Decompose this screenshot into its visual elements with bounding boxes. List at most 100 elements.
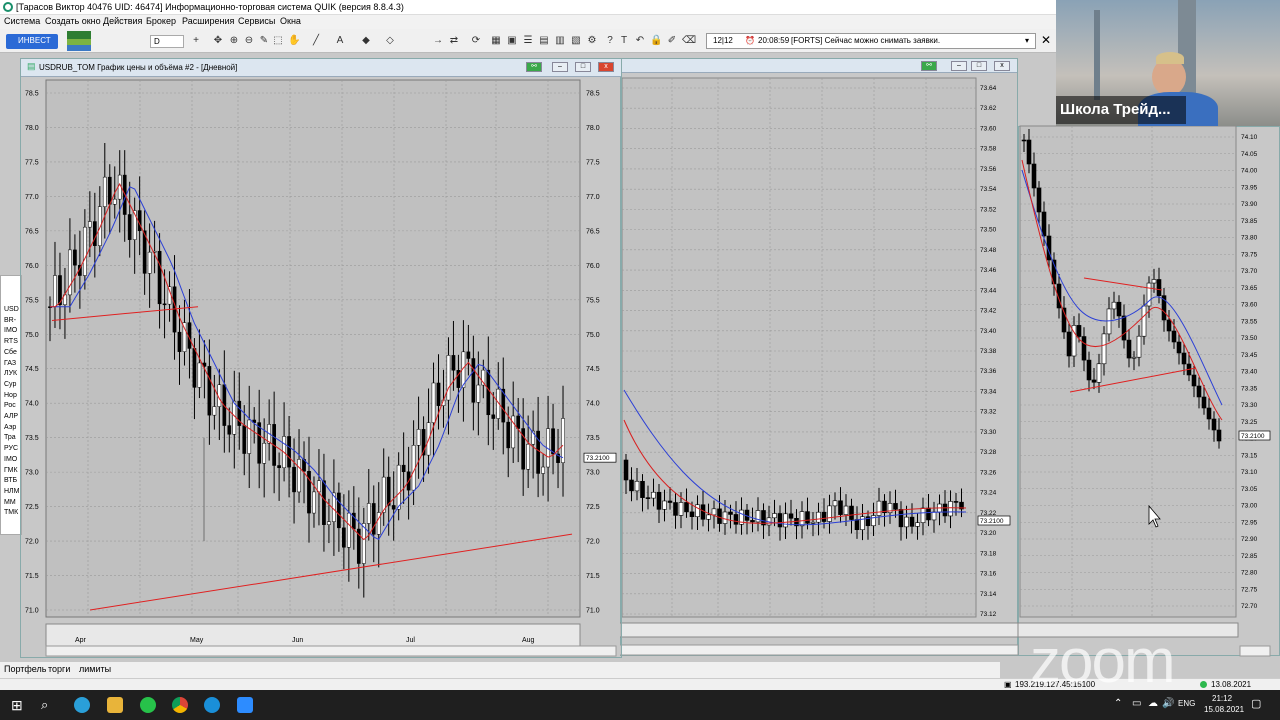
candle-body (689, 511, 695, 518)
candle-body (1041, 211, 1047, 237)
candle-body (1191, 374, 1197, 387)
y-tick-label: 73.75 (1241, 251, 1258, 258)
maximize-button[interactable]: □ (575, 62, 591, 72)
candle-body (1066, 331, 1072, 357)
skyscraper-image (1094, 10, 1100, 100)
chevron-up-icon[interactable]: ⌃ (1114, 698, 1122, 709)
candle-body (1176, 341, 1182, 354)
y-tick-label: 73.34 (980, 388, 997, 395)
y-tick-label: 73.44 (980, 287, 997, 294)
y-tick-label: 73.54 (980, 186, 997, 193)
zoom-watermark: zoom (1030, 627, 1176, 696)
candle-body (1216, 429, 1222, 442)
candle-body (876, 500, 882, 516)
last-price-label: 73.2100 (980, 518, 1004, 525)
notification-icon[interactable]: ▢ (1251, 697, 1261, 710)
chrome-icon[interactable] (172, 697, 188, 713)
y-tick-label: 73.70 (1241, 268, 1258, 275)
tab-limits[interactable]: лимиты (79, 664, 111, 674)
candle-body (838, 500, 843, 515)
search-icon[interactable]: ⌕ (41, 697, 57, 713)
clock-date[interactable]: 15.08.2021 (1204, 705, 1244, 714)
candle-body (750, 520, 755, 523)
candle-body (1206, 407, 1212, 420)
candle-body (849, 505, 854, 520)
y-tick-label: 72.75 (1241, 586, 1258, 593)
x-axis-band (619, 622, 1019, 638)
candle-body (843, 505, 849, 515)
last-price-label: 73.2100 (1241, 433, 1265, 440)
y-tick-label: 72.85 (1241, 553, 1258, 560)
language-indicator[interactable]: ENG (1178, 699, 1195, 708)
y-tick-label: 73.16 (980, 571, 997, 578)
online-status-icon (1200, 681, 1207, 688)
close-button[interactable]: x (598, 62, 614, 72)
candle-body (629, 479, 634, 492)
candle-body (948, 501, 953, 517)
y-tick-label: 73.58 (980, 146, 997, 153)
candle-body (1131, 356, 1137, 359)
y-tick-label: 73.48 (980, 247, 997, 254)
quik-taskbar-icon[interactable] (204, 697, 220, 713)
y-tick-label: 73.60 (1241, 302, 1258, 309)
candle-body (926, 507, 931, 521)
candle-body (1171, 330, 1177, 343)
y-tick-label: 72.95 (1241, 519, 1258, 526)
y-tick-label: 73.85 (1241, 218, 1258, 225)
horizontal-scrollbar (619, 644, 1019, 656)
y-tick-label: 73.55 (1241, 318, 1258, 325)
y-tick-label: 73.15 (1241, 452, 1258, 459)
candle-body (788, 513, 794, 519)
tab-portfolio[interactable]: Портфель (4, 664, 46, 674)
y-tick-label: 74.10 (1241, 134, 1258, 141)
daily-chart-window[interactable]: ▤ USDRUB_TOM График цены и объёма #2 - [… (20, 58, 622, 658)
tab-trades[interactable]: торги (48, 664, 70, 674)
candle-body (1031, 163, 1037, 189)
webcam-video: Школа Трейд... (1056, 0, 1280, 126)
candle-body (662, 500, 667, 510)
candle-body (942, 503, 948, 517)
minimize-button[interactable]: – (552, 62, 568, 72)
windows-start-icon[interactable]: ⊞ (11, 697, 27, 713)
volume-icon[interactable]: 🔊 (1162, 698, 1174, 709)
y-tick-label: 73.25 (1241, 419, 1258, 426)
y-tick-label: 73.80 (1241, 235, 1258, 242)
candle-body (832, 500, 838, 507)
onedrive-icon[interactable]: ☁ (1148, 698, 1158, 709)
candle-body (783, 513, 788, 528)
candle-body (656, 491, 662, 510)
y-tick-label: 73.40 (1241, 369, 1258, 376)
y-tick-label: 73.32 (980, 409, 997, 416)
network-icon[interactable]: ▭ (1132, 698, 1141, 709)
clock-time[interactable]: 21:12 (1212, 694, 1232, 703)
zoom-taskbar-icon[interactable] (237, 697, 253, 713)
y-tick-label: 73.30 (980, 429, 997, 436)
candle-body (810, 521, 816, 524)
candle-body (645, 497, 651, 499)
candle-body (1126, 339, 1132, 359)
file-explorer-icon[interactable] (107, 697, 123, 713)
y-tick-label: 73.20 (980, 530, 997, 537)
candle-body (1111, 301, 1117, 310)
candle-body (821, 511, 827, 522)
candle-body (777, 513, 783, 528)
candle-body (1211, 418, 1217, 431)
y-tick-label: 73.50 (1241, 335, 1258, 342)
candle-body (1141, 305, 1147, 337)
whatsapp-icon[interactable] (140, 697, 156, 713)
bottom-tabs: Портфель торги лимиты (0, 662, 1000, 678)
link-button[interactable]: ⚯ (526, 62, 542, 72)
y-tick-label: 73.05 (1241, 486, 1258, 493)
chart-window-icon: ▤ (27, 61, 36, 71)
y-tick-label: 73.18 (980, 550, 997, 557)
y-tick-label: 73.50 (980, 227, 997, 234)
candle-body (678, 502, 684, 516)
y-tick-label: 73.30 (1241, 402, 1258, 409)
candle-body (667, 500, 673, 503)
y-tick-label: 74.00 (1241, 168, 1258, 175)
y-tick-label: 73.90 (1241, 201, 1258, 208)
candle-body (854, 519, 860, 531)
intraday-plot-area (621, 77, 977, 618)
y-tick-label: 73.42 (980, 308, 997, 315)
telegram-icon[interactable] (74, 697, 90, 713)
